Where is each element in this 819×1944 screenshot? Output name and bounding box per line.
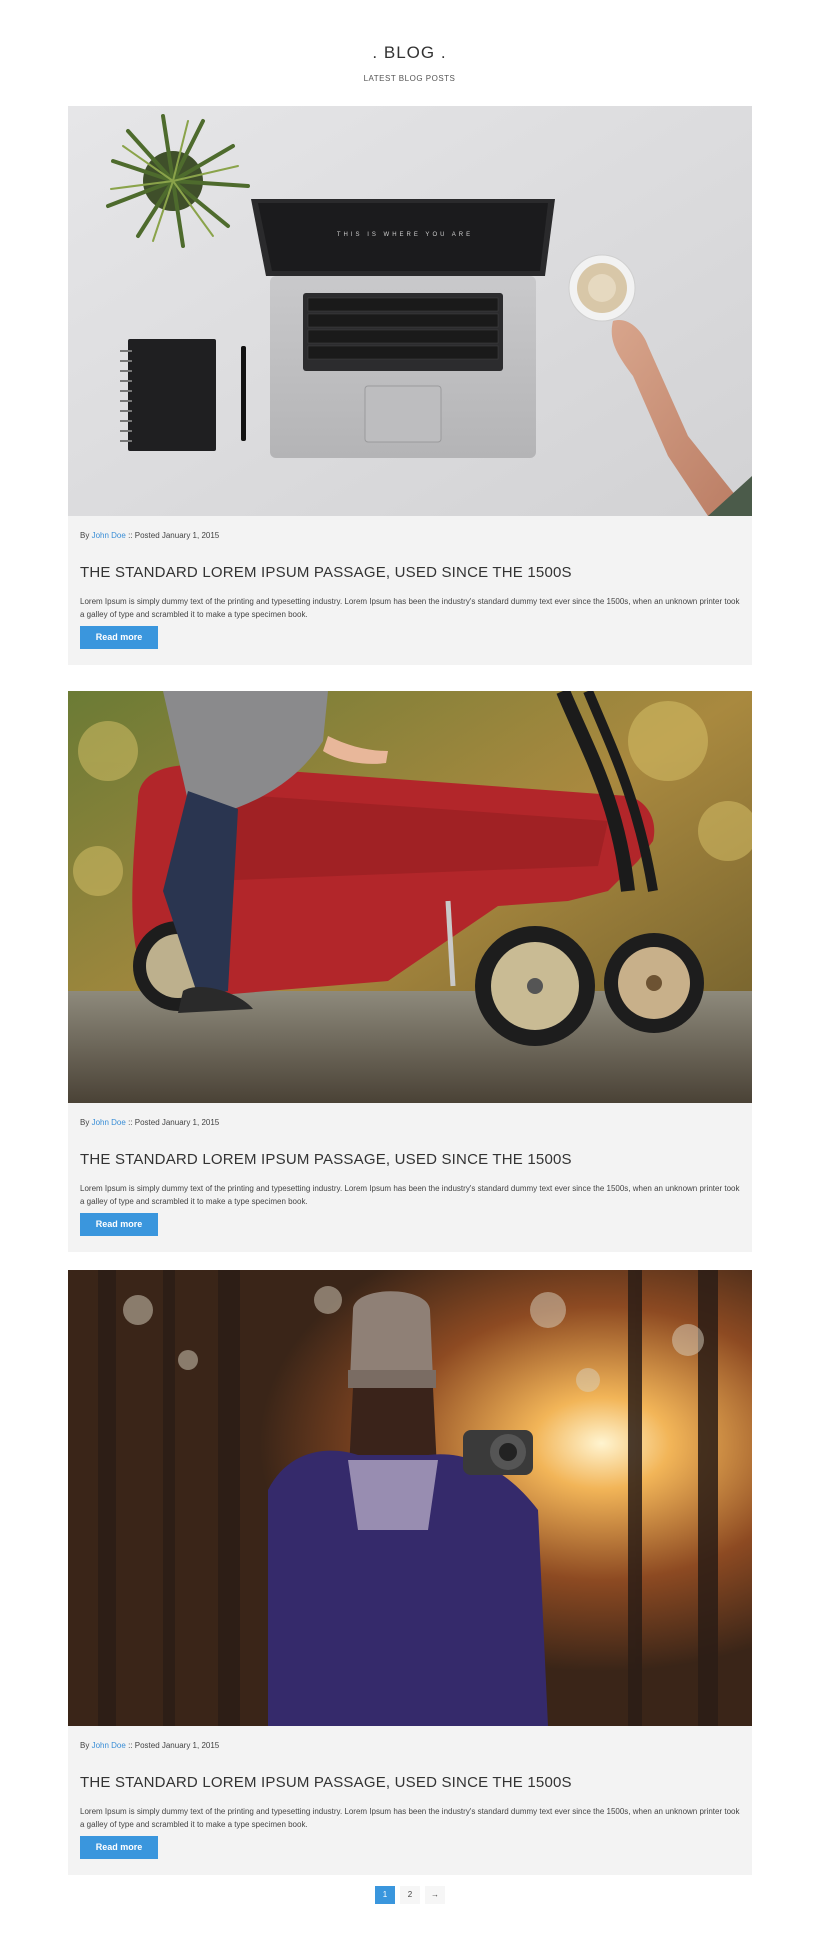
laptop-icon: THIS IS WHERE YOU ARE <box>251 199 555 458</box>
blog-post-3: By John Doe :: Posted January 1, 2015 TH… <box>68 1270 752 1875</box>
page-button-2[interactable]: 2 <box>400 1886 420 1904</box>
pen-icon <box>241 346 246 441</box>
meta-by: By <box>80 1118 90 1127</box>
post-title[interactable]: THE STANDARD LOREM IPSUM PASSAGE, USED S… <box>80 563 740 583</box>
post-meta: By John Doe :: Posted January 1, 2015 <box>80 1117 740 1129</box>
blog-post-1: THIS IS WHERE YOU ARE By John Doe:: Pos… <box>68 106 752 665</box>
post-excerpt: Lorem Ipsum is simply dummy text of the … <box>80 1807 740 1829</box>
post-title[interactable]: THE STANDARD LOREM IPSUM PASSAGE, USED S… <box>80 1773 740 1793</box>
camera-icon <box>463 1430 533 1475</box>
blog-post-2: By John Doe :: Posted January 1, 2015 TH… <box>68 691 752 1252</box>
meta-by: By <box>80 531 90 540</box>
desk-laptop-illustration: THIS IS WHERE YOU ARE <box>68 106 752 516</box>
post-body: By John Doe :: Posted January 1, 2015 TH… <box>68 516 752 665</box>
wheel-icon <box>475 926 595 1046</box>
page-button-1[interactable]: 1 <box>375 1886 395 1904</box>
read-more-button[interactable]: Read more <box>80 1836 158 1859</box>
page-subtitle: LATEST BLOG POSTS <box>363 74 456 83</box>
meta-by: By <box>80 1741 90 1750</box>
post-image-photographer-forest[interactable] <box>68 1270 752 1726</box>
author-link[interactable]: John Doe <box>92 531 126 540</box>
blog-header: . BLOG . LATEST BLOG POSTS <box>0 0 819 84</box>
post-image-red-wagon[interactable] <box>68 691 752 1103</box>
red-wagon-illustration <box>68 691 752 1103</box>
post-title[interactable]: THE STANDARD LOREM IPSUM PASSAGE, USED S… <box>80 1150 740 1170</box>
page-title: . BLOG . <box>372 43 447 62</box>
read-more-button[interactable]: Read more <box>80 1213 158 1236</box>
next-page-button[interactable]: → <box>425 1886 445 1904</box>
coffee-cup-icon <box>568 254 636 322</box>
post-body: By John Doe :: Posted January 1, 2015 TH… <box>68 1726 752 1875</box>
post-image-desk-laptop[interactable]: THIS IS WHERE YOU ARE <box>68 106 752 516</box>
pagination: 1 2 → <box>375 1886 450 1904</box>
meta-posted-date: :: Posted January 1, 2015 <box>128 1118 220 1127</box>
wheel-icon <box>604 933 704 1033</box>
notebook-icon <box>120 339 216 451</box>
post-meta: By John Doe :: Posted January 1, 2015 <box>80 530 740 542</box>
author-link[interactable]: John Doe <box>92 1741 126 1750</box>
read-more-button[interactable]: Read more <box>80 626 158 649</box>
author-link[interactable]: John Doe <box>92 1118 126 1127</box>
post-excerpt: Lorem Ipsum is simply dummy text of the … <box>80 597 740 619</box>
post-excerpt: Lorem Ipsum is simply dummy text of the … <box>80 1184 740 1206</box>
meta-posted-date: :: Posted January 1, 2015 <box>128 1741 220 1750</box>
laptop-screen-text: THIS IS WHERE YOU ARE <box>337 232 473 238</box>
meta-posted-date: :: Posted January 1, 2015 <box>128 531 220 540</box>
arrow-right-icon: → <box>431 1890 439 1899</box>
post-body: By John Doe :: Posted January 1, 2015 TH… <box>68 1103 752 1252</box>
photographer-forest-illustration <box>68 1270 752 1726</box>
post-meta: By John Doe :: Posted January 1, 2015 <box>80 1740 740 1752</box>
